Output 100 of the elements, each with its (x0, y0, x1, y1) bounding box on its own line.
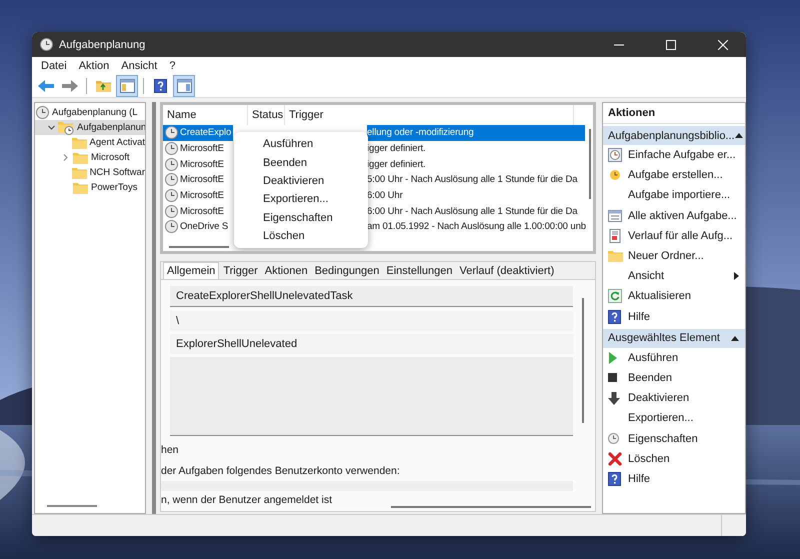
menu-item[interactable]: Eigenschaften (234, 208, 368, 227)
pane-icon (120, 79, 134, 93)
play-icon (608, 352, 618, 364)
task-icon (165, 142, 178, 156)
action-item[interactable]: Ansicht (603, 266, 745, 286)
caret-icon[interactable] (62, 154, 68, 161)
table-cell[interactable]: MicrosoftE (163, 188, 233, 204)
table-cell[interactable]: 6:00 Uhr - Nach Auslösung alle 1 Stunde für die Da (367, 203, 585, 220)
task-icon (165, 204, 178, 218)
clock-icon (608, 168, 622, 182)
clock-icon (36, 106, 49, 119)
back-icon (38, 79, 54, 93)
scrollbar[interactable] (582, 298, 584, 423)
list-icon (608, 208, 622, 223)
option-text: n, wenn der Benutzer angemeldet ist (161, 494, 332, 506)
folder-icon (72, 166, 87, 178)
author-field[interactable]: ExplorerShellUnelevated (170, 334, 573, 354)
clock-icon (608, 148, 622, 162)
action-item[interactable]: Verlauf für alle Aufg... (603, 226, 745, 246)
table-cell[interactable]: CreateExplo (163, 125, 233, 141)
help-icon (154, 79, 166, 93)
table-cell[interactable]: ellung oder -modifizierung (367, 125, 585, 141)
action-item[interactable]: Hilfe (603, 306, 745, 327)
tab[interactable]: Aktionen (262, 263, 311, 279)
refresh-icon (608, 289, 622, 304)
action-item[interactable]: Aufgabe importiere... (603, 185, 745, 206)
tab[interactable]: Bedingungen (312, 263, 382, 279)
task-icon (165, 189, 178, 202)
action-item[interactable]: Neuer Ordner... (603, 246, 745, 266)
task-icon (165, 158, 178, 171)
forward-icon (62, 79, 78, 93)
log-icon (608, 228, 622, 243)
maximize-button[interactable] (666, 40, 676, 50)
scrollbar[interactable] (47, 505, 97, 507)
action-item[interactable]: Hilfe (603, 468, 745, 489)
section-header[interactable]: Aufgabenplanungsbiblio... (603, 126, 745, 145)
toolbar-button[interactable] (173, 75, 195, 97)
table-cell[interactable]: OneDrive S (163, 219, 233, 235)
table-cell[interactable]: am 01.05.1992 - Nach Auslösung alle 1.00:00:00 unb (367, 219, 586, 235)
action-item[interactable]: Aktualisieren (603, 286, 745, 306)
menu-item[interactable]: Ausführen (234, 135, 368, 154)
tree-item[interactable]: PowerToys (35, 180, 145, 195)
column-header[interactable]: Status (248, 105, 285, 125)
toolbar-button[interactable] (116, 75, 138, 97)
tab[interactable]: Allgemein (163, 262, 220, 279)
scrollbar[interactable] (391, 506, 591, 508)
table-cell[interactable]: MicrosoftE (163, 156, 233, 172)
menu-item[interactable]: ? (164, 59, 180, 73)
action-item[interactable]: Beenden (603, 368, 745, 388)
submenu-icon (734, 272, 739, 280)
app-icon (40, 38, 53, 51)
group-title: hen (161, 444, 180, 456)
task-icon (165, 220, 178, 234)
action-item[interactable]: Exportieren... (603, 408, 745, 428)
description-field[interactable] (170, 357, 573, 436)
table-cell[interactable]: MicrosoftE (163, 172, 233, 188)
scrollbar[interactable] (169, 246, 229, 248)
location-field[interactable]: \ (170, 311, 573, 331)
menu-item[interactable]: Deaktivieren (234, 172, 368, 190)
tree-item[interactable]: NCH Softwar (35, 165, 145, 180)
folder-icon (608, 250, 623, 262)
tree-item[interactable]: Microsoft (35, 150, 145, 165)
clock-icon (608, 433, 619, 444)
table-cell[interactable]: 6:00 Uhr (367, 188, 585, 204)
table-cell[interactable]: MicrosoftE (163, 203, 233, 220)
collapse-icon (734, 133, 743, 138)
tab[interactable]: Verlauf (deaktiviert) (456, 263, 558, 279)
account-text: der Aufgaben folgendes Benutzerkonto verwenden: (161, 465, 401, 477)
action-item[interactable]: Einfache Aufgabe er... (603, 145, 745, 166)
name-field[interactable]: CreateExplorerShellUnelevatedTask (170, 286, 573, 307)
account-field[interactable] (161, 481, 573, 491)
tree-item[interactable]: Aufgabenplanung (L (35, 105, 145, 120)
caret-icon[interactable] (48, 124, 55, 131)
action-item[interactable]: Alle aktiven Aufgabe... (603, 206, 745, 226)
section-header[interactable]: Ausgewähltes Element (603, 328, 745, 348)
window-title: Aufgabenplanung (59, 38, 146, 50)
tab[interactable]: Trigger (220, 263, 261, 279)
action-item[interactable]: Deaktivieren (603, 388, 745, 408)
pane-icon (176, 79, 192, 93)
menu-item[interactable]: Ansicht (116, 59, 162, 73)
folder-icon (73, 182, 88, 194)
folder-icon (73, 152, 88, 164)
panel-title: Aktionen (603, 103, 745, 124)
tab[interactable]: Einstellungen (383, 263, 456, 279)
action-item[interactable]: Aufgabe erstellen... (603, 165, 745, 186)
scrollbar[interactable] (589, 129, 591, 199)
task-icon (165, 173, 178, 186)
menu-item[interactable]: Exportieren... (234, 190, 368, 209)
action-item[interactable]: Löschen (603, 448, 745, 469)
tree-item[interactable]: Agent Activat (35, 135, 145, 150)
action-item[interactable]: Ausführen (603, 348, 745, 368)
menu-item[interactable]: Beenden (234, 153, 368, 172)
action-item[interactable]: Eigenschaften (603, 428, 745, 449)
menu-item[interactable]: Löschen (234, 226, 368, 246)
stop-icon (608, 373, 617, 382)
task-icon (165, 126, 178, 140)
menu-item[interactable]: Datei (36, 59, 72, 73)
table-cell[interactable]: MicrosoftE (163, 140, 233, 156)
menu-item[interactable]: Aktion (74, 59, 114, 73)
close-button[interactable] (718, 40, 728, 50)
